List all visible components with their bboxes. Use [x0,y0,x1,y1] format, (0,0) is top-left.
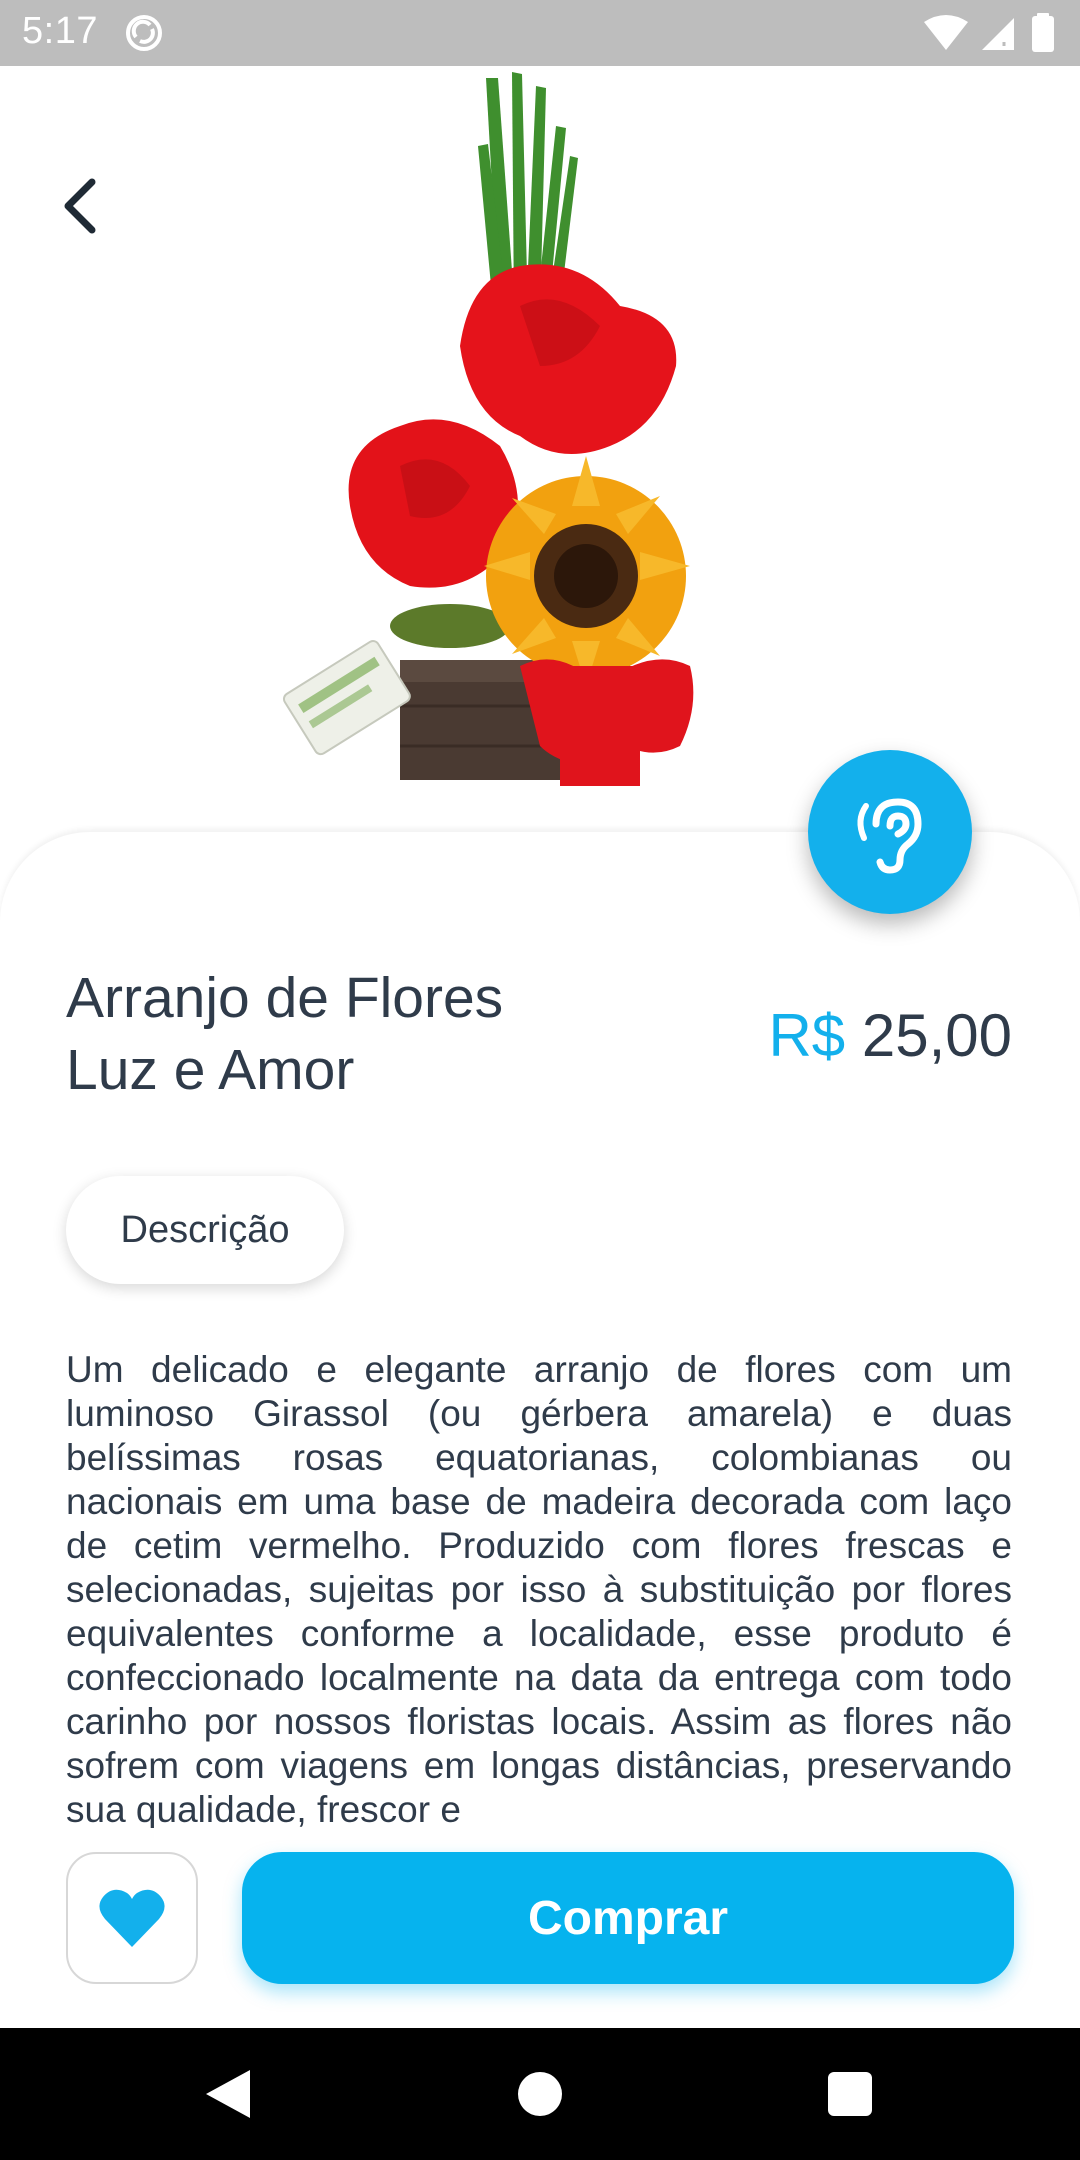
recents-square-icon[interactable] [828,2072,872,2116]
price-value: 25,00 [861,1002,1012,1069]
product-title-line-2: Luz e Amor [66,1038,355,1102]
chevron-left-icon [64,178,96,234]
status-time: 5:17 [22,10,98,52]
sync-icon [126,15,162,51]
signal-icon [982,18,1014,50]
product-description: Um delicado e elegante arranjo de flores… [66,1349,1012,1828]
price-currency: R$ [768,1002,846,1069]
flower-arrangement-image [282,72,694,786]
listen-button[interactable] [808,750,972,914]
status-icons [924,13,1054,52]
back-button[interactable] [40,166,120,246]
status-bar: 5:17 [0,0,1080,66]
buy-button[interactable]: Comprar [242,1852,1014,1984]
product-price: R$ 25,00 [768,1000,1012,1072]
tab-description[interactable]: Descrição [66,1176,344,1284]
back-triangle-icon[interactable] [200,2066,256,2122]
product-title-line-1: Arranjo de Flores [66,966,504,1030]
home-circle-icon[interactable] [518,2072,562,2116]
product-image [0,66,1080,866]
wifi-icon [924,15,968,50]
product-title: Arranjo de Flores Luz e Amor [66,962,626,1106]
favorite-button[interactable] [66,1852,198,1984]
battery-icon [1032,16,1054,52]
heart-icon [99,1889,165,1947]
navigation-bar [0,2028,1080,2160]
hearing-ear-icon [857,798,922,874]
